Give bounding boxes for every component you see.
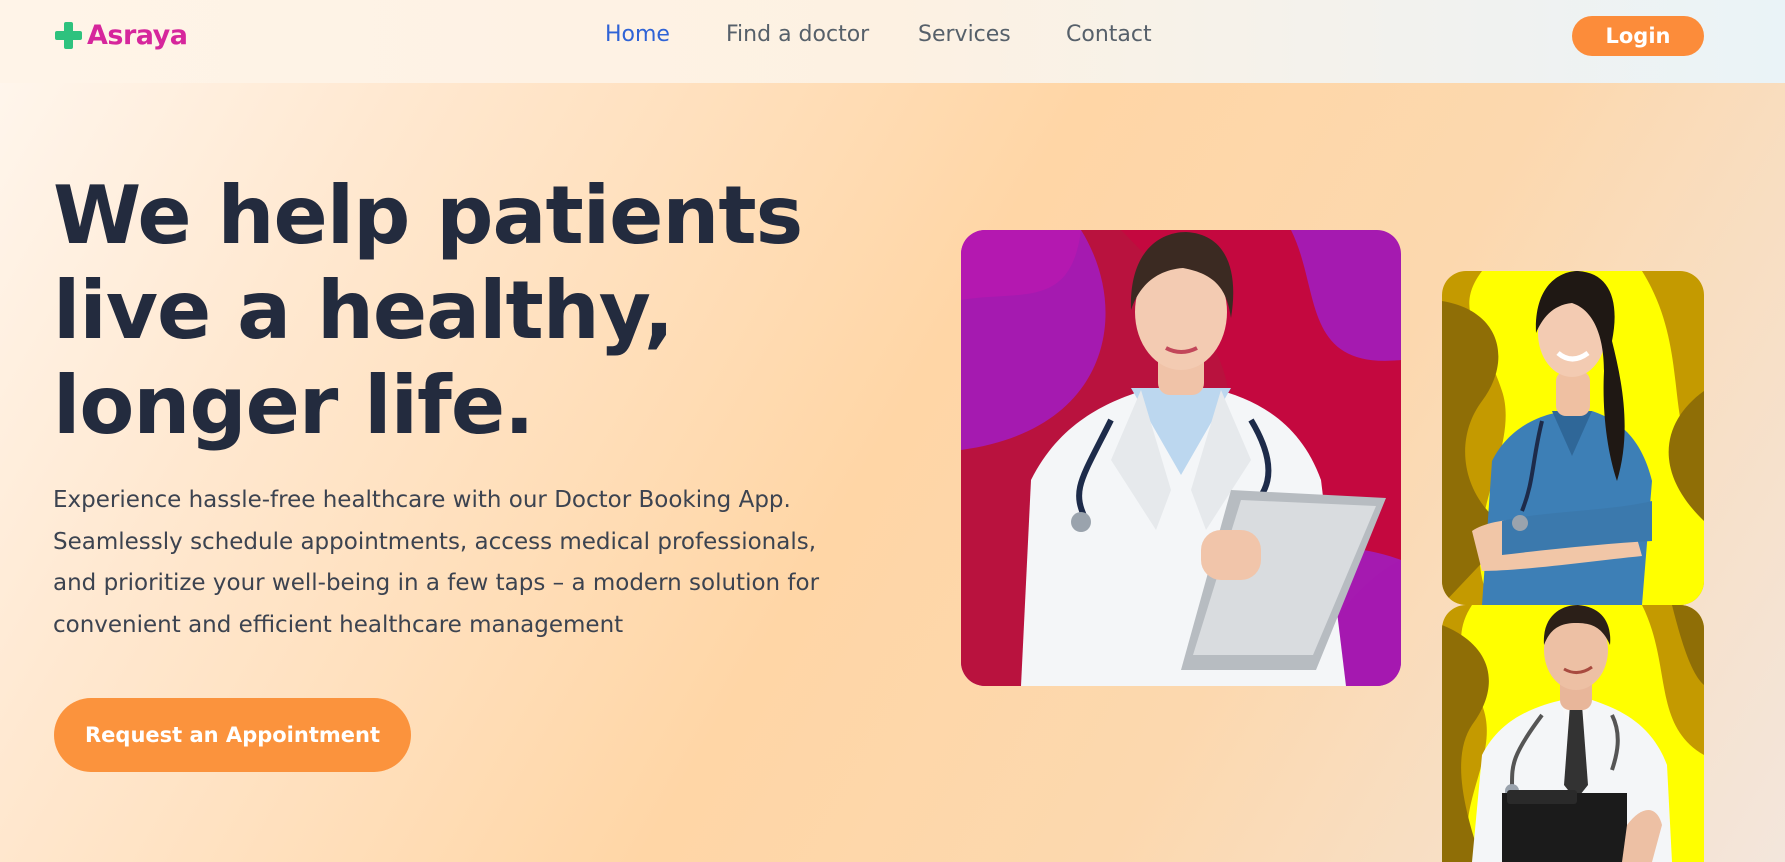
request-appointment-button[interactable]: Request an Appointment	[54, 698, 411, 772]
nav-contact[interactable]: Contact	[1066, 22, 1152, 47]
medical-cross-icon	[54, 21, 83, 50]
logo[interactable]: Asraya	[54, 20, 188, 51]
female-doctor-image	[961, 230, 1401, 686]
site-header: Asraya Home Find a doctor Services Conta…	[0, 0, 1785, 83]
hero-description: Experience hassle-free healthcare with o…	[53, 487, 820, 638]
hero-title: We help patients live a healthy, longer …	[53, 169, 803, 452]
login-button[interactable]: Login	[1572, 16, 1704, 56]
nav-home[interactable]: Home	[605, 22, 670, 47]
logo-text: Asraya	[87, 20, 188, 51]
nav-find-a-doctor[interactable]: Find a doctor	[726, 22, 869, 47]
female-nurse-image	[1442, 271, 1704, 605]
nav-services[interactable]: Services	[918, 22, 1011, 47]
male-doctor-image	[1442, 605, 1704, 862]
